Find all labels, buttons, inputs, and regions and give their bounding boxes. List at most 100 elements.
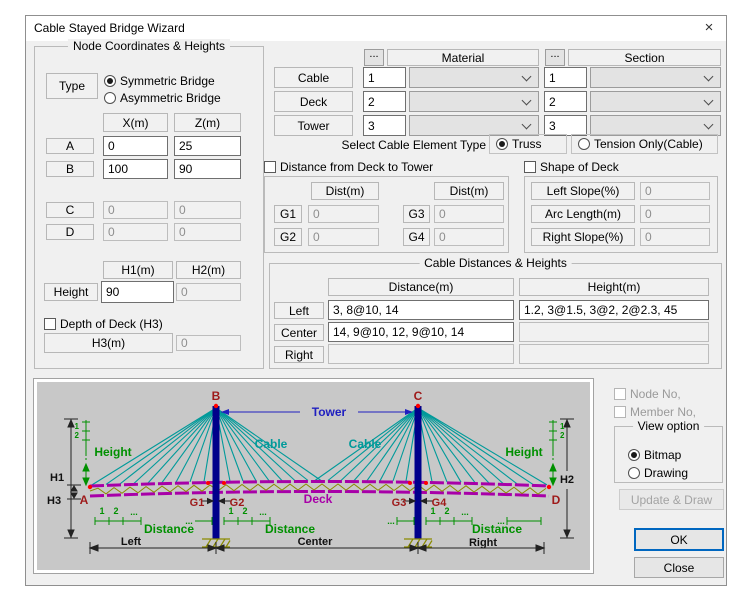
checkbox-icon <box>44 318 56 330</box>
span-center-label: Center <box>298 536 334 548</box>
node-a-z-input[interactable] <box>174 136 241 156</box>
close-button[interactable]: Close <box>634 557 724 578</box>
h3-label: H3(m) <box>44 333 173 353</box>
dist-tick-2: 2 <box>113 506 118 516</box>
radio-icon <box>628 449 640 461</box>
deck-row-label: Deck <box>274 91 353 112</box>
tower-section-number-input[interactable] <box>544 115 587 136</box>
tension-only-radio[interactable]: Tension Only(Cable) <box>571 134 718 154</box>
distance-label-left: Distance <box>144 522 194 536</box>
dist-dots: ... <box>259 507 267 517</box>
chevron-down-icon <box>522 96 532 106</box>
cable-material-combo[interactable] <box>409 67 539 88</box>
ok-button[interactable]: OK <box>634 528 724 551</box>
view-option-title: View option <box>633 419 705 433</box>
left-slope-label: Left Slope(%) <box>531 182 635 200</box>
tower-section-combo[interactable] <box>590 115 721 136</box>
h1-input[interactable] <box>101 281 174 303</box>
left-slope-input <box>640 182 710 200</box>
g4-input <box>434 228 504 246</box>
deck-material-combo[interactable] <box>409 91 539 112</box>
node-b-z-input[interactable] <box>174 159 241 179</box>
node-d-diagram-label: D <box>552 493 561 507</box>
cable-row-label: Cable <box>274 67 353 88</box>
material-browse-button[interactable]: ... <box>364 49 384 66</box>
center-height-input <box>519 322 709 342</box>
drawing-radio[interactable]: Drawing <box>628 466 718 480</box>
node-b-diagram-label: B <box>212 389 221 403</box>
tower-diagram-label: Tower <box>312 405 347 419</box>
radio-icon <box>628 467 640 479</box>
deck-diagram-label: Deck <box>304 492 333 506</box>
deck-section-number-input[interactable] <box>544 91 587 112</box>
tower-material-combo[interactable] <box>409 115 539 136</box>
g2-input <box>308 228 379 246</box>
asymmetric-bridge-radio[interactable]: Asymmetric Bridge <box>104 91 256 105</box>
shape-of-deck-checkbox[interactable]: Shape of Deck <box>524 160 674 174</box>
g1-input <box>308 205 379 223</box>
window-title: Cable Stayed Bridge Wizard <box>34 21 185 35</box>
element-type-label: Select Cable Element Type <box>331 138 486 152</box>
cable-label-left: Cable <box>255 437 288 451</box>
node-coordinates-title: Node Coordinates & Heights <box>68 39 230 53</box>
node-c-x-input <box>103 201 168 219</box>
row-c-label: C <box>46 202 94 218</box>
asymmetric-bridge-label: Asymmetric Bridge <box>120 91 221 105</box>
height-row-label: Height <box>44 283 98 301</box>
depth-of-deck-label: Depth of Deck (H3) <box>60 317 163 331</box>
h2-column-header: H2(m) <box>176 261 241 279</box>
deck-section-combo[interactable] <box>590 91 721 112</box>
cable-distances-title: Cable Distances & Heights <box>419 256 572 270</box>
center-distance-input[interactable] <box>328 322 514 342</box>
cable-section-combo[interactable] <box>590 67 721 88</box>
distance-deck-tower-checkbox[interactable]: Distance from Deck to Tower <box>264 160 464 174</box>
dist-dots: ... <box>387 516 395 526</box>
left-height-input[interactable] <box>519 300 709 320</box>
checkbox-icon <box>524 161 536 173</box>
left-row-label: Left <box>274 302 324 319</box>
depth-of-deck-checkbox[interactable]: Depth of Deck (H3) <box>44 317 244 331</box>
height-tick-2-right: 2 <box>560 431 565 440</box>
right-slope-input <box>640 228 710 246</box>
bitmap-radio[interactable]: Bitmap <box>628 448 718 462</box>
g4-diagram-label: G4 <box>432 497 448 509</box>
left-distance-input[interactable] <box>328 300 514 320</box>
symmetric-bridge-radio[interactable]: Symmetric Bridge <box>104 74 256 88</box>
distance-column-header: Distance(m) <box>328 278 514 296</box>
node-a-x-input[interactable] <box>103 136 168 156</box>
dist-tick-1: 1 <box>99 506 104 516</box>
tower-material-number-input[interactable] <box>363 115 406 136</box>
chevron-down-icon <box>522 72 532 82</box>
symmetric-bridge-label: Symmetric Bridge <box>120 74 215 88</box>
truss-radio[interactable]: Truss <box>489 134 567 154</box>
deck-material-number-input[interactable] <box>363 91 406 112</box>
h2-input <box>176 283 241 301</box>
tension-only-label: Tension Only(Cable) <box>594 137 703 151</box>
span-right-label: Right <box>469 537 497 549</box>
chevron-down-icon <box>704 96 714 106</box>
right-distance-input <box>328 344 514 364</box>
height-ticks-left <box>82 420 90 485</box>
row-d-label: D <box>46 224 94 240</box>
g2-label: G2 <box>274 228 302 246</box>
type-label: Type <box>46 73 98 99</box>
radio-icon <box>496 138 508 150</box>
section-browse-button[interactable]: ... <box>545 49 565 66</box>
close-icon[interactable]: × <box>694 16 724 40</box>
tower-c <box>415 406 422 539</box>
height-ticks-right <box>549 420 557 485</box>
height-tick-2-left: 2 <box>75 431 80 440</box>
row-a-label: A <box>46 138 94 154</box>
right-row-label: Right <box>274 346 324 363</box>
cable-material-number-input[interactable] <box>363 67 406 88</box>
height-tick-1-left: 1 <box>75 422 80 431</box>
distance-label-center: Distance <box>265 522 315 536</box>
height-tick-1-right: 1 <box>560 422 565 431</box>
dist-header-2: Dist(m) <box>434 182 504 200</box>
cable-section-number-input[interactable] <box>544 67 587 88</box>
truss-label: Truss <box>512 137 542 151</box>
shape-of-deck-label: Shape of Deck <box>540 160 619 174</box>
h3-diagram-label: H3 <box>47 495 61 507</box>
node-b-x-input[interactable] <box>103 159 168 179</box>
chevron-down-icon <box>704 72 714 82</box>
